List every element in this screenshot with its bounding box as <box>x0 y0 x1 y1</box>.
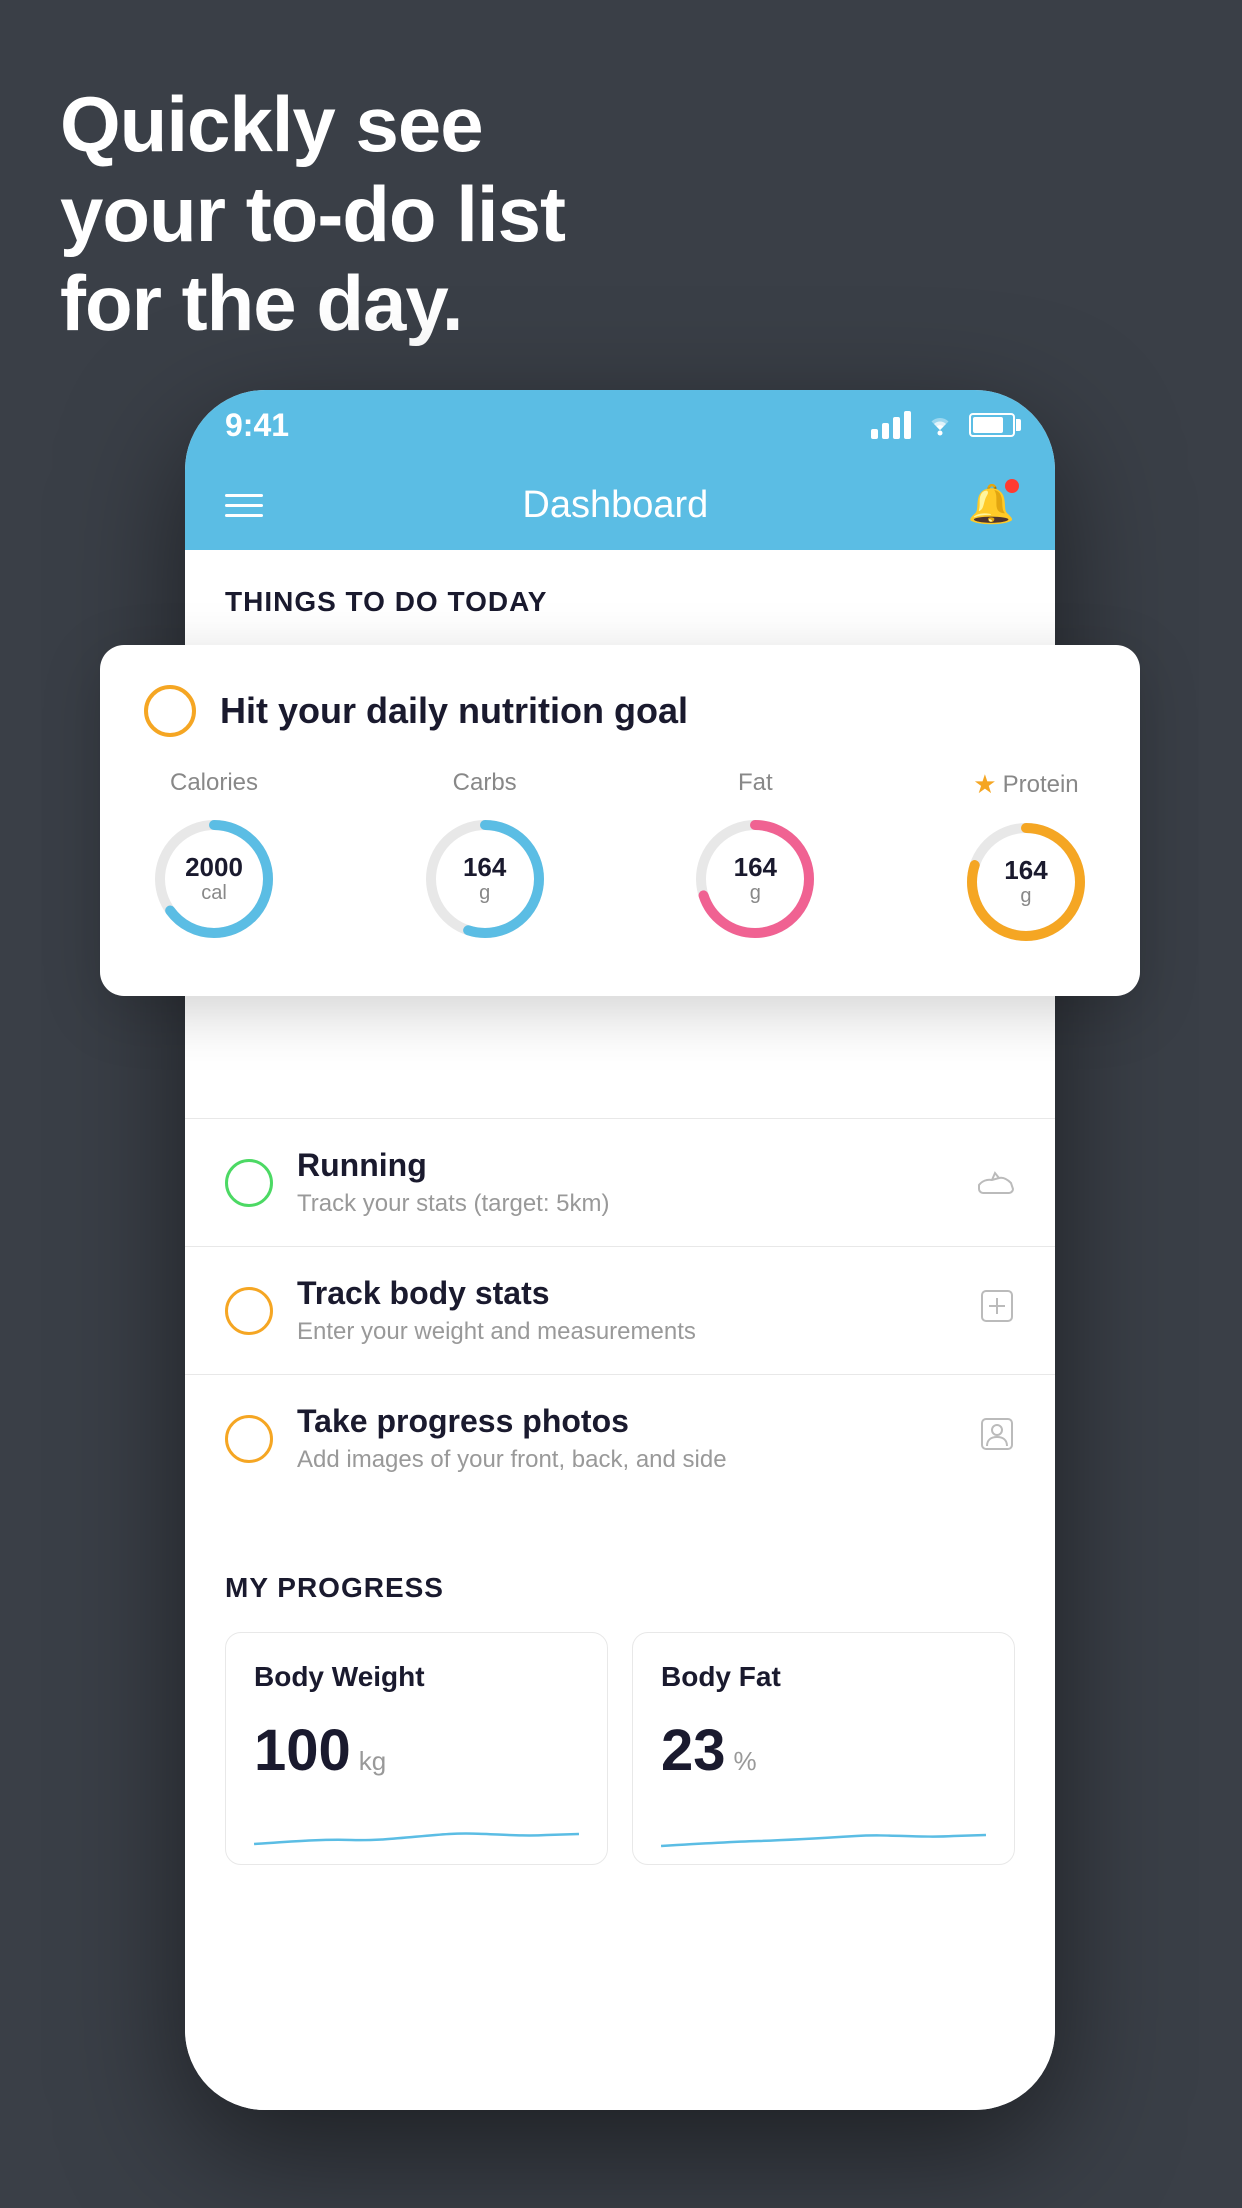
shoe-icon <box>977 1162 1015 1204</box>
star-icon: ★ <box>973 769 996 800</box>
status-icons <box>871 408 1015 443</box>
nutrition-item-protein: ★Protein 164 g <box>956 769 1096 952</box>
progress-value-row-weight: 100 kg <box>254 1717 579 1784</box>
todo-item-photos[interactable]: Take progress photos Add images of your … <box>185 1374 1055 1502</box>
ring-fat: 164 g <box>685 809 825 949</box>
scale-icon <box>979 1288 1015 1333</box>
progress-card-title-fat: Body Fat <box>661 1661 986 1693</box>
progress-unit-fat: % <box>734 1746 757 1777</box>
todo-sub-running: Track your stats (target: 5km) <box>297 1190 953 1218</box>
progress-header: MY PROGRESS <box>225 1572 1015 1604</box>
card-title: Hit your daily nutrition goal <box>220 690 688 732</box>
progress-section: MY PROGRESS Body Weight 100 kg Body F <box>185 1532 1055 1865</box>
hamburger-line <box>225 514 263 517</box>
nutrition-label-protein: ★Protein <box>973 769 1078 800</box>
todo-text-body-stats: Track body stats Enter your weight and m… <box>297 1275 955 1346</box>
todo-title-body-stats: Track body stats <box>297 1275 955 1312</box>
notification-bell-icon[interactable]: 🔔 <box>968 483 1015 527</box>
progress-card-fat: Body Fat 23 % <box>632 1632 1015 1865</box>
progress-value-weight: 100 <box>254 1717 351 1784</box>
headline: Quickly see your to-do list for the day. <box>60 80 565 349</box>
todo-text-running: Running Track your stats (target: 5km) <box>297 1147 953 1218</box>
headline-line3: for the day. <box>60 259 565 349</box>
headline-line2: your to-do list <box>60 170 565 260</box>
notification-dot <box>1005 479 1019 493</box>
headline-line1: Quickly see <box>60 80 565 170</box>
card-title-row: Hit your daily nutrition goal <box>144 685 1096 737</box>
todo-list: Running Track your stats (target: 5km) T… <box>185 1118 1055 1502</box>
ring-calories: 2000 cal <box>144 809 284 949</box>
todo-item-body-stats[interactable]: Track body stats Enter your weight and m… <box>185 1246 1055 1374</box>
status-bar: 9:41 <box>185 390 1055 460</box>
todo-circle-photos <box>225 1415 273 1463</box>
progress-value-row-fat: 23 % <box>661 1717 986 1784</box>
progress-unit-weight: kg <box>359 1746 386 1777</box>
todo-sub-photos: Add images of your front, back, and side <box>297 1446 955 1474</box>
nutrition-label-carbs: Carbs <box>453 769 517 797</box>
person-icon <box>979 1416 1015 1461</box>
nutrition-label-fat: Fat <box>738 769 773 797</box>
nav-bar: Dashboard 🔔 <box>185 460 1055 550</box>
nutrition-item-fat: Fat 164 g <box>685 769 825 949</box>
todo-item-running[interactable]: Running Track your stats (target: 5km) <box>185 1118 1055 1246</box>
hamburger-line <box>225 494 263 497</box>
nutrition-label-calories: Calories <box>170 769 258 797</box>
progress-value-fat: 23 <box>661 1717 726 1784</box>
hamburger-menu[interactable] <box>225 494 263 517</box>
todo-sub-body-stats: Enter your weight and measurements <box>297 1318 955 1346</box>
weight-chart <box>254 1804 579 1864</box>
ring-protein: 164 g <box>956 812 1096 952</box>
progress-cards: Body Weight 100 kg Body Fat 23 <box>225 1632 1015 1865</box>
wifi-icon <box>923 408 957 443</box>
status-time: 9:41 <box>225 407 289 444</box>
fat-chart <box>661 1804 986 1864</box>
ring-carbs: 164 g <box>415 809 555 949</box>
section-header: THINGS TO DO TODAY <box>185 550 1055 638</box>
progress-card-title-weight: Body Weight <box>254 1661 579 1693</box>
nav-title: Dashboard <box>522 484 708 527</box>
todo-text-photos: Take progress photos Add images of your … <box>297 1403 955 1474</box>
todo-circle-running <box>225 1159 273 1207</box>
nutrition-circles: Calories 2000 cal Carbs 164 g Fat <box>144 769 1096 952</box>
todo-title-running: Running <box>297 1147 953 1184</box>
card-check-circle <box>144 685 196 737</box>
todo-circle-body-stats <box>225 1287 273 1335</box>
nutrition-item-calories: Calories 2000 cal <box>144 769 284 949</box>
progress-card-weight: Body Weight 100 kg <box>225 1632 608 1865</box>
battery-icon <box>969 413 1015 437</box>
todo-title-photos: Take progress photos <box>297 1403 955 1440</box>
signal-icon <box>871 411 911 439</box>
nutrition-card: Hit your daily nutrition goal Calories 2… <box>100 645 1140 996</box>
hamburger-line <box>225 504 263 507</box>
nutrition-item-carbs: Carbs 164 g <box>415 769 555 949</box>
